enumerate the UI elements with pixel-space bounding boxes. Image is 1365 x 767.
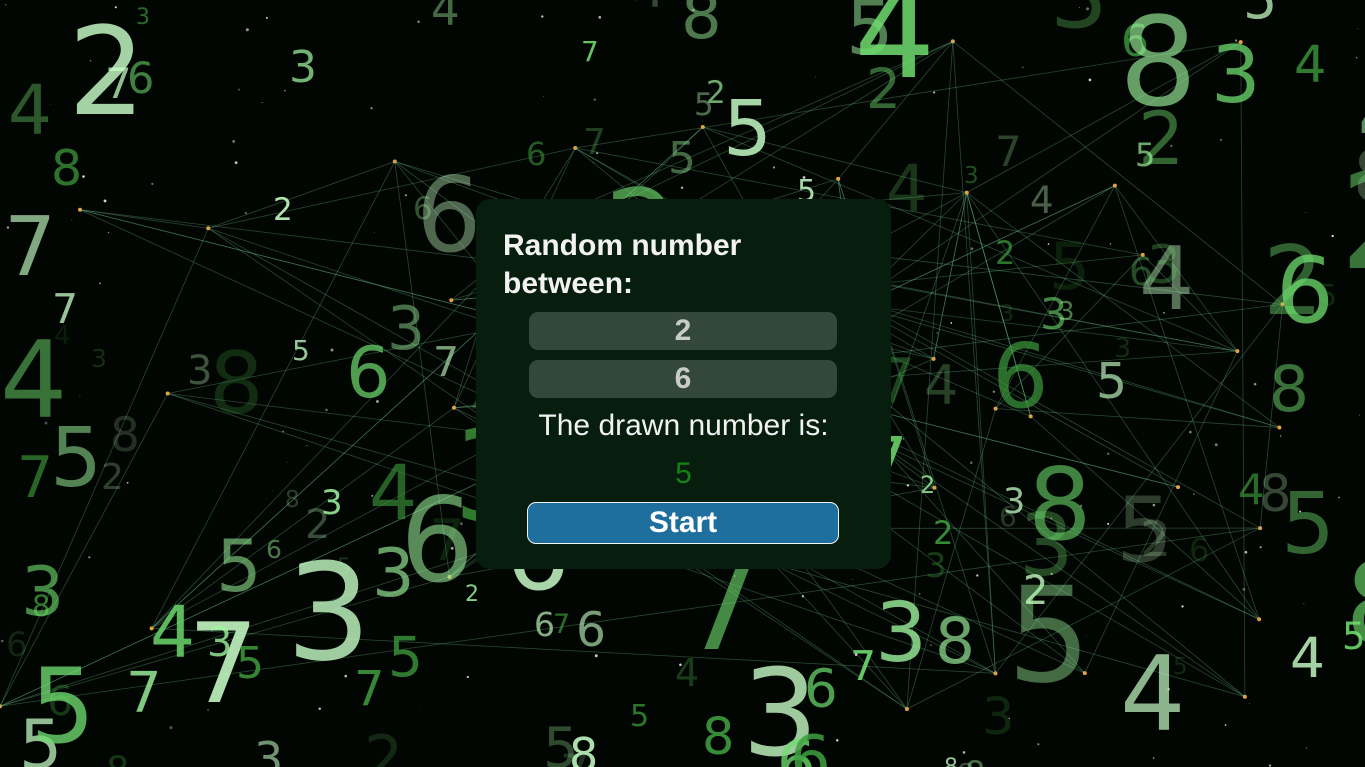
svg-text:3: 3 — [372, 534, 415, 612]
svg-text:7: 7 — [126, 661, 162, 726]
min-number-input[interactable] — [529, 312, 837, 350]
svg-text:3: 3 — [1003, 482, 1025, 522]
svg-text:4: 4 — [924, 354, 958, 417]
svg-text:3: 3 — [387, 294, 425, 364]
svg-text:5: 5 — [630, 699, 649, 734]
svg-text:2: 2 — [1140, 511, 1171, 568]
svg-text:5: 5 — [50, 411, 102, 506]
svg-text:5: 5 — [1135, 136, 1155, 174]
svg-text:6: 6 — [1129, 250, 1153, 294]
svg-text:8: 8 — [110, 408, 140, 463]
svg-text:2: 2 — [920, 471, 935, 499]
svg-text:8: 8 — [1269, 353, 1309, 426]
svg-text:4: 4 — [632, 0, 666, 20]
svg-text:3: 3 — [254, 732, 283, 767]
svg-text:5: 5 — [1243, 0, 1277, 31]
svg-text:7: 7 — [433, 338, 459, 386]
svg-text:8: 8 — [1028, 446, 1092, 563]
svg-text:3: 3 — [286, 535, 371, 691]
svg-text:6: 6 — [346, 332, 391, 414]
svg-text:3: 3 — [1114, 333, 1131, 364]
svg-text:4: 4 — [1290, 626, 1325, 690]
svg-text:4: 4 — [431, 0, 460, 36]
svg-text:5: 5 — [668, 133, 696, 184]
svg-text:4: 4 — [1030, 179, 1054, 222]
svg-text:6: 6 — [1189, 531, 1209, 569]
svg-text:3: 3 — [925, 546, 947, 586]
svg-text:7: 7 — [4, 200, 56, 295]
svg-text:8: 8 — [1119, 0, 1197, 135]
svg-text:6: 6 — [804, 659, 838, 720]
svg-text:2: 2 — [995, 234, 1015, 272]
svg-text:2: 2 — [1340, 144, 1365, 300]
svg-text:2: 2 — [364, 722, 403, 767]
card-heading: Random number between: — [503, 229, 742, 300]
svg-text:7: 7 — [581, 35, 599, 68]
svg-text:3: 3 — [289, 42, 317, 93]
svg-text:5: 5 — [694, 87, 714, 123]
svg-text:7: 7 — [52, 285, 78, 333]
svg-text:6: 6 — [526, 135, 546, 173]
svg-text:8: 8 — [935, 605, 975, 678]
svg-text:8: 8 — [965, 754, 985, 767]
svg-text:8: 8 — [1259, 465, 1291, 524]
svg-text:6: 6 — [576, 603, 606, 658]
svg-text:5: 5 — [543, 716, 579, 767]
result-value: 5 — [675, 457, 692, 490]
result-label: The drawn number is: — [538, 409, 829, 442]
svg-text:3: 3 — [91, 344, 107, 373]
svg-text:5: 5 — [30, 647, 96, 767]
max-number-input[interactable] — [529, 360, 837, 398]
svg-text:8: 8 — [1345, 538, 1365, 670]
start-button[interactable]: Start — [527, 502, 839, 544]
svg-text:4: 4 — [1120, 635, 1186, 755]
svg-text:4: 4 — [1294, 36, 1326, 95]
svg-text:3: 3 — [1211, 31, 1261, 121]
svg-text:2: 2 — [273, 192, 293, 228]
svg-text:6: 6 — [416, 156, 482, 276]
svg-text:5: 5 — [1318, 279, 1337, 314]
svg-text:8: 8 — [285, 487, 300, 513]
svg-text:6: 6 — [266, 535, 282, 564]
svg-text:8: 8 — [209, 334, 264, 434]
svg-text:8: 8 — [944, 755, 958, 767]
svg-text:3: 3 — [875, 586, 927, 681]
svg-text:5: 5 — [292, 334, 310, 367]
svg-text:6: 6 — [790, 723, 831, 767]
svg-text:7: 7 — [850, 642, 876, 690]
svg-text:5: 5 — [216, 524, 262, 608]
svg-text:5: 5 — [1007, 559, 1091, 713]
svg-text:8: 8 — [702, 708, 734, 767]
svg-text:3: 3 — [187, 348, 212, 394]
svg-text:7: 7 — [583, 122, 606, 163]
svg-text:5: 5 — [388, 625, 423, 689]
svg-text:4: 4 — [886, 152, 927, 227]
svg-text:2: 2 — [305, 502, 330, 548]
svg-text:3: 3 — [207, 620, 232, 666]
svg-text:5: 5 — [236, 638, 264, 689]
random-number-card: Random number between: The drawn number … — [476, 199, 891, 569]
svg-text:7: 7 — [995, 127, 1022, 176]
svg-text:5: 5 — [723, 85, 772, 174]
svg-text:3: 3 — [1058, 297, 1075, 327]
svg-text:8: 8 — [681, 0, 722, 54]
svg-text:3: 3 — [1000, 302, 1014, 327]
svg-text:6: 6 — [6, 625, 28, 665]
svg-text:5: 5 — [337, 555, 351, 580]
svg-text:7: 7 — [17, 445, 53, 511]
svg-text:3: 3 — [1050, 0, 1108, 49]
svg-text:8: 8 — [106, 749, 130, 767]
svg-text:8: 8 — [51, 140, 82, 197]
svg-text:2: 2 — [101, 457, 124, 498]
svg-text:7: 7 — [105, 59, 132, 108]
svg-text:3: 3 — [21, 553, 64, 632]
svg-text:3: 3 — [964, 163, 979, 189]
svg-text:4: 4 — [8, 71, 52, 151]
svg-text:4: 4 — [854, 0, 935, 108]
